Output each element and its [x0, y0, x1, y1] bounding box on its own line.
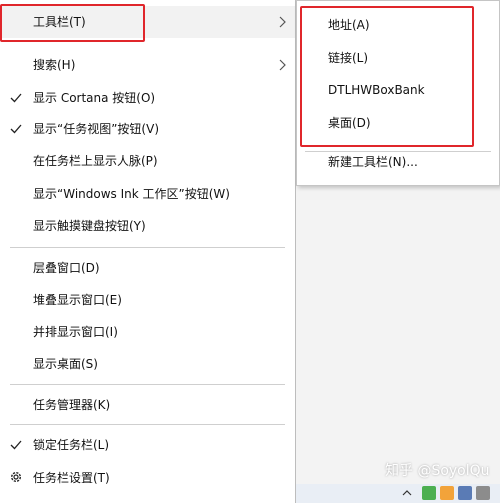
menu-separator: [10, 384, 285, 385]
menu-separator: [10, 247, 285, 248]
chevron-right-icon: [279, 16, 286, 28]
menu-item-label: 并排显示窗口(I): [33, 325, 118, 339]
menu-item-label: 堆叠显示窗口(E): [33, 293, 122, 307]
menu-item-taskbar-settings[interactable]: 任务栏设置(T): [0, 462, 295, 494]
tray-app-icon[interactable]: [422, 486, 436, 500]
menu-item-search[interactable]: 搜索(H): [0, 49, 295, 81]
submenu-item-new-toolbar[interactable]: 新建工具栏(N)...: [297, 146, 499, 178]
gear-icon: [10, 471, 22, 483]
menu-item-label: 显示“任务视图”按钮(V): [33, 122, 160, 136]
taskbar: [296, 484, 500, 503]
menu-item-show-windows-ink[interactable]: 显示“Windows Ink 工作区”按钮(W): [0, 178, 295, 210]
menu-item-label: 锁定任务栏(L): [33, 438, 110, 452]
desktop-background: [296, 186, 500, 484]
submenu-item-label: 新建工具栏(N)...: [328, 155, 418, 169]
tray-app-icon[interactable]: [440, 486, 454, 500]
menu-item-label: 层叠窗口(D): [33, 261, 100, 275]
watermark: 知乎 @SoyolQu: [385, 463, 490, 479]
menu-item-show-desktop[interactable]: 显示桌面(S): [0, 348, 295, 380]
menu-item-show-touch-keyboard[interactable]: 显示触摸键盘按钮(Y): [0, 210, 295, 242]
menu-item-show-task-view[interactable]: 显示“任务视图”按钮(V): [0, 113, 295, 145]
chevron-right-icon: [279, 59, 286, 71]
menu-item-label: 显示“Windows Ink 工作区”按钮(W): [33, 187, 230, 201]
chevron-up-icon[interactable]: [402, 488, 412, 498]
menu-item-label: 显示触摸键盘按钮(Y): [33, 219, 146, 233]
tray-app-icon[interactable]: [476, 486, 490, 500]
menu-item-label: 任务管理器(K): [33, 398, 111, 412]
menu-item-show-cortana[interactable]: 显示 Cortana 按钮(O): [0, 82, 295, 114]
checkmark-icon: [10, 124, 22, 134]
checkmark-icon: [10, 440, 22, 450]
menu-item-label: 显示桌面(S): [33, 357, 98, 371]
menu-item-cascade-windows[interactable]: 层叠窗口(D): [0, 252, 295, 284]
tray-app-icon[interactable]: [458, 486, 472, 500]
menu-separator: [10, 424, 285, 425]
menu-item-label: 显示 Cortana 按钮(O): [33, 91, 156, 105]
menu-item-stack-windows[interactable]: 堆叠显示窗口(E): [0, 284, 295, 316]
menu-item-side-by-side-windows[interactable]: 并排显示窗口(I): [0, 316, 295, 348]
taskbar-context-menu: 工具栏(T) 搜索(H) 显示 Cortana 按钮(O) 显示“任务视图”按钮…: [0, 0, 296, 503]
menu-item-label: 任务栏设置(T): [33, 471, 110, 485]
toolbars-submenu: 地址(A) 链接(L) DTLHWBoxBank 桌面(D) 新建工具栏(N).…: [296, 0, 500, 186]
highlight-box-submenu: [300, 6, 474, 147]
menu-item-label: 搜索(H): [33, 58, 76, 72]
menu-item-show-people[interactable]: 在任务栏上显示人脉(P): [0, 145, 295, 177]
highlight-box-toolbars: [0, 4, 145, 42]
checkmark-icon: [10, 93, 22, 103]
menu-item-lock-taskbar[interactable]: 锁定任务栏(L): [0, 429, 295, 461]
menu-item-task-manager[interactable]: 任务管理器(K): [0, 389, 295, 421]
menu-item-label: 在任务栏上显示人脉(P): [33, 154, 158, 168]
